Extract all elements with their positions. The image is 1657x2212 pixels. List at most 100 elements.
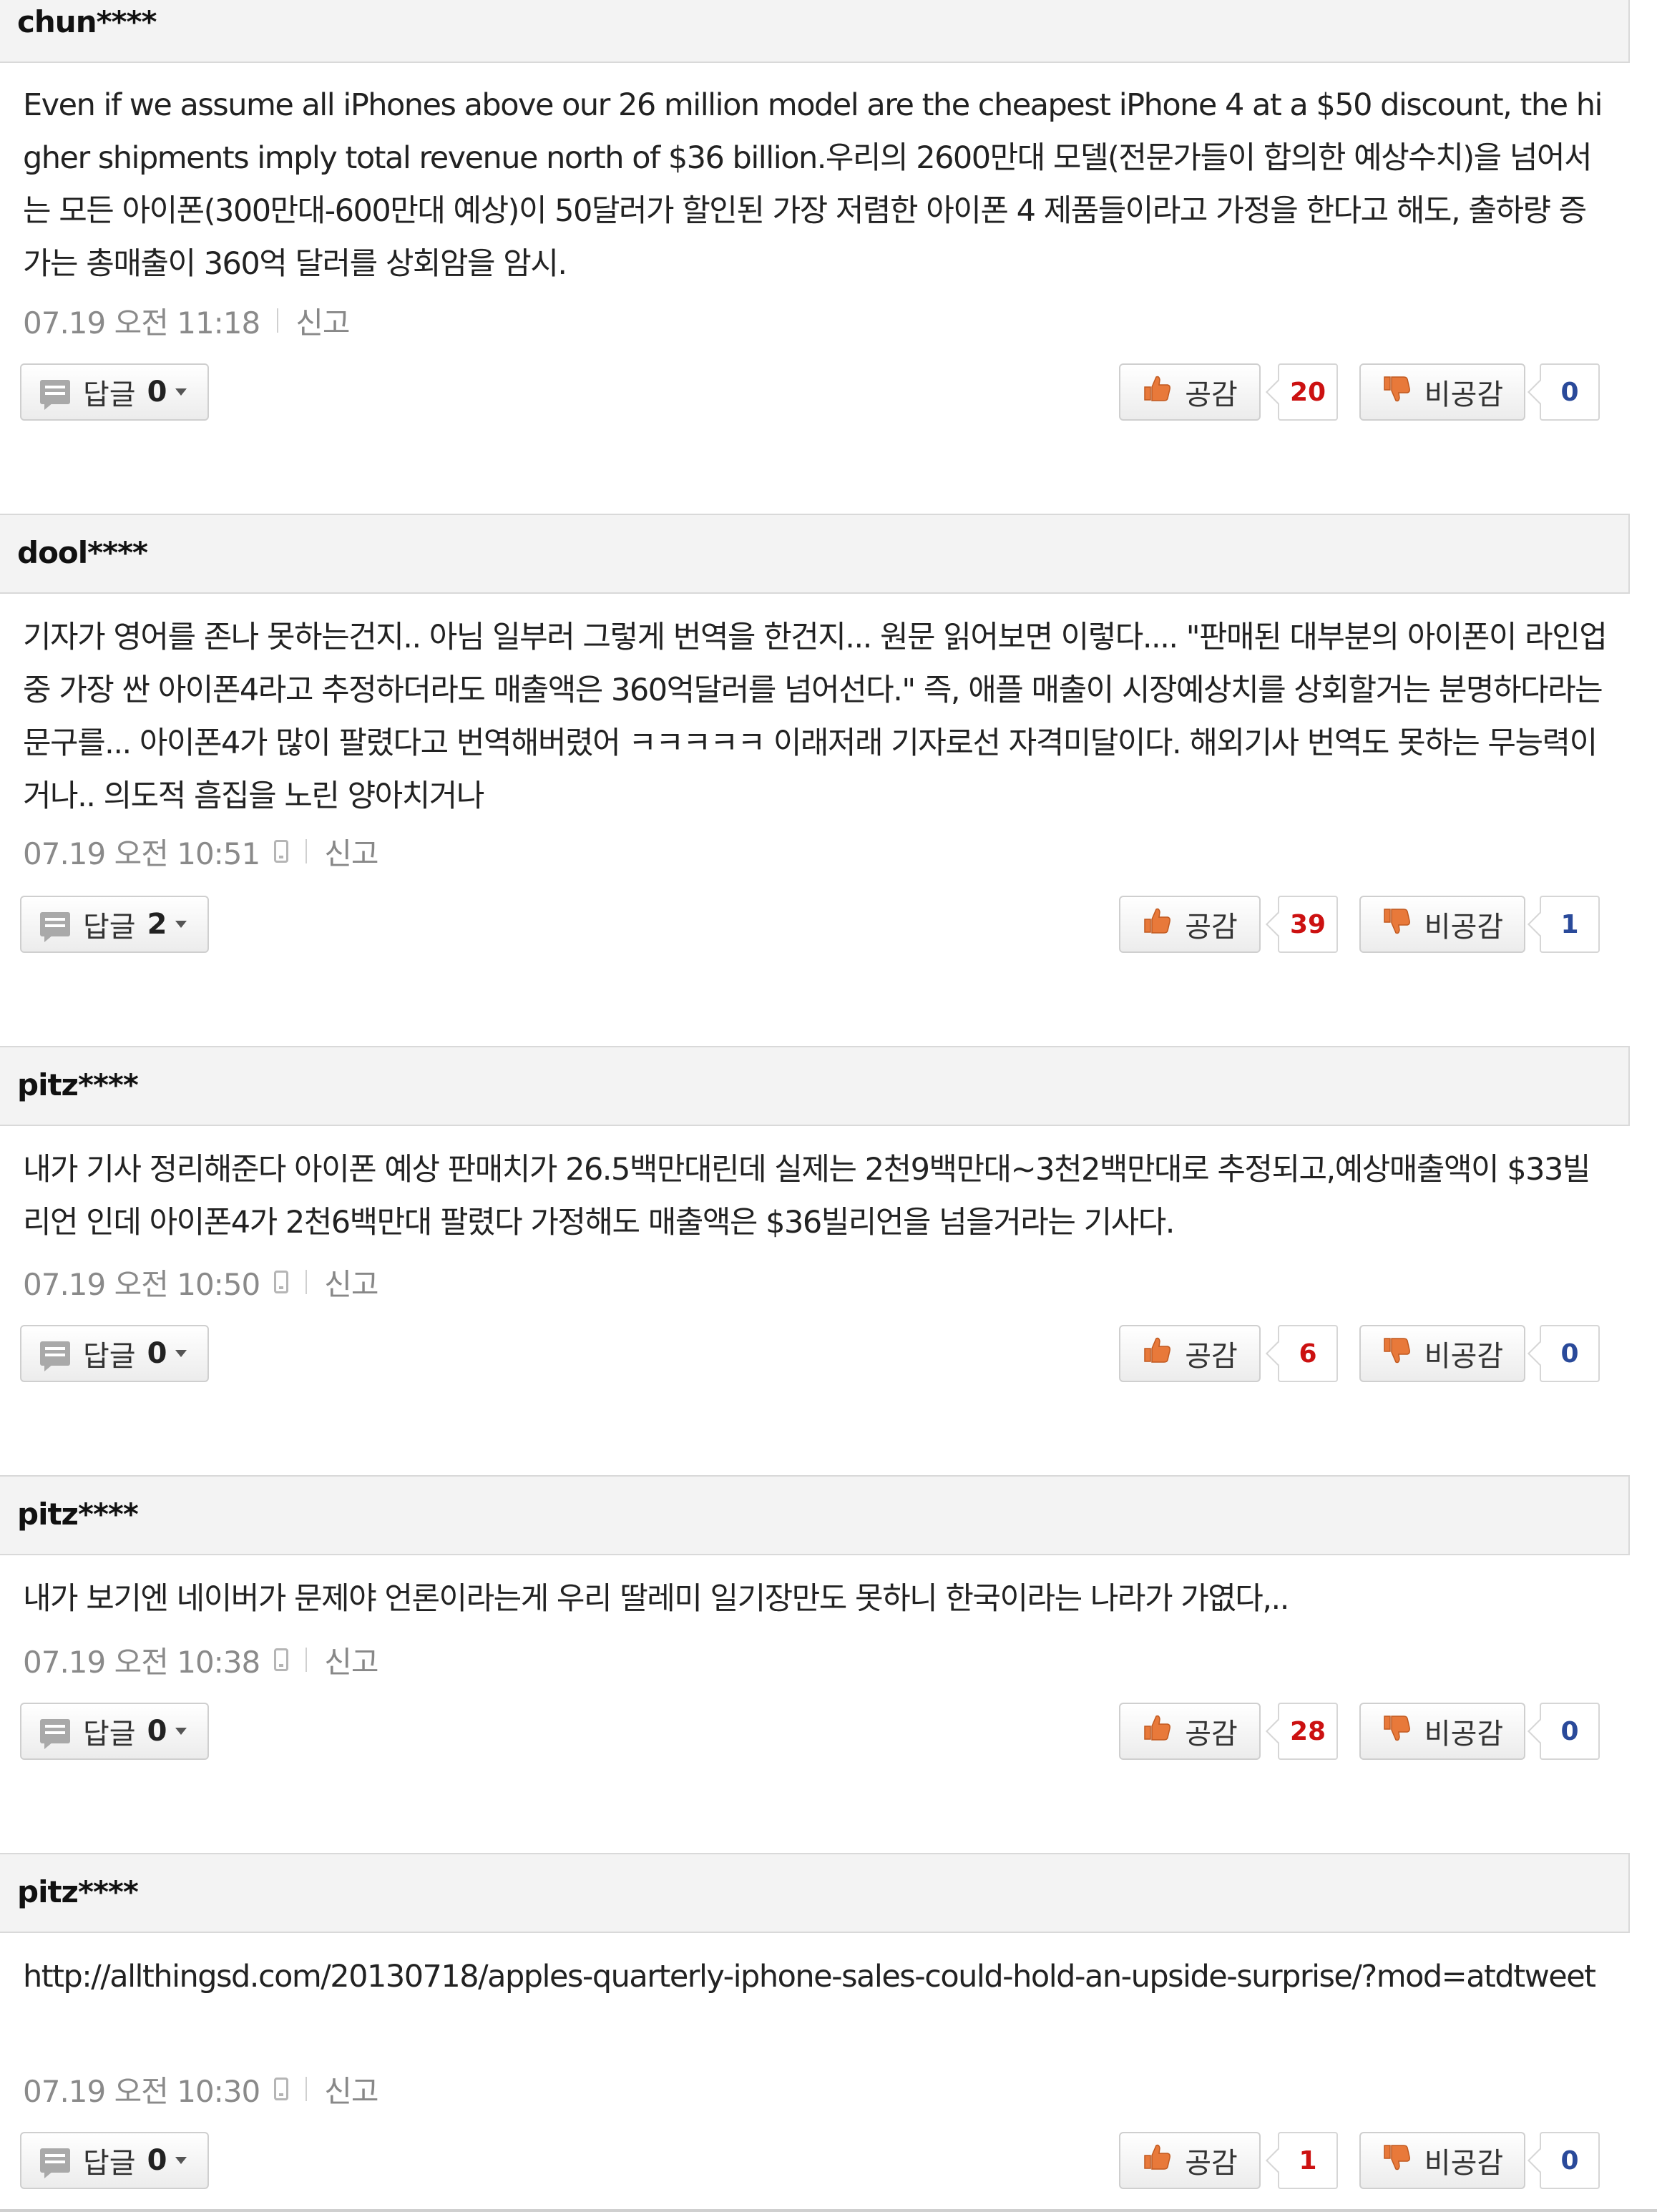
dislike-label: 비공감 xyxy=(1424,1718,1504,1751)
comment-meta: 07.19 오전 10:51 신고 xyxy=(23,833,379,871)
thumbs-up-icon xyxy=(1142,1336,1172,1371)
mobile-icon xyxy=(274,1648,289,1671)
dislike-label: 비공감 xyxy=(1424,911,1504,944)
reply-button[interactable]: 답글 0 xyxy=(20,363,209,421)
reply-count: 0 xyxy=(147,376,167,408)
dislike-count: 1 xyxy=(1540,896,1600,953)
mobile-icon xyxy=(274,840,289,863)
dislike-button[interactable]: 비공감 xyxy=(1359,1703,1525,1760)
like-count: 28 xyxy=(1278,1703,1338,1760)
like-count: 6 xyxy=(1278,1325,1338,1382)
mobile-icon xyxy=(274,2078,289,2100)
reply-label: 답글 xyxy=(83,1718,136,1751)
thumbs-up-icon xyxy=(1142,906,1172,942)
like-count-value: 39 xyxy=(1289,909,1326,939)
chevron-down-icon xyxy=(175,388,187,396)
like-count-value: 1 xyxy=(1299,2145,1317,2176)
mobile-icon xyxy=(274,1271,289,1293)
dislike-button[interactable]: 비공감 xyxy=(1359,1325,1525,1382)
chevron-down-icon xyxy=(175,1350,187,1357)
comment-text: http://allthingsd.com/20130718/apples-qu… xyxy=(23,1959,1596,1995)
report-link[interactable]: 신고 xyxy=(324,830,378,873)
report-link[interactable]: 신고 xyxy=(324,2067,378,2111)
dislike-label: 비공감 xyxy=(1424,2147,1504,2180)
report-link[interactable]: 신고 xyxy=(324,1638,378,1682)
comment-timestamp: 07.19 오전 10:51 xyxy=(23,836,260,871)
comment-text: Even if we assume all iPhones above our … xyxy=(23,87,1603,282)
comment-text: 내가 보기엔 네이버가 문제야 언론이라는게 우리 딸레미 일기장만도 못하니 … xyxy=(23,1581,1289,1617)
meta-divider xyxy=(306,1648,308,1672)
comment-meta: 07.19 오전 11:18 신고 xyxy=(23,303,351,341)
comment-bubble-icon xyxy=(40,2148,70,2178)
comment-author[interactable]: chun**** xyxy=(17,4,157,39)
chevron-down-icon xyxy=(175,2157,187,2164)
thumbs-down-icon xyxy=(1382,906,1412,942)
comment-author[interactable]: pitz**** xyxy=(17,1067,139,1102)
comment-header: pitz**** xyxy=(0,1475,1630,1555)
comment-list: chun**** Even if we assume all iPhones ab… xyxy=(0,0,1657,2212)
reply-button[interactable]: 답글 2 xyxy=(20,896,209,953)
comment-header: chun**** xyxy=(0,0,1630,63)
reply-count: 0 xyxy=(147,1715,167,1748)
like-button[interactable]: 공감 xyxy=(1119,2132,1261,2189)
chevron-down-icon xyxy=(175,1728,187,1735)
comment-author[interactable]: pitz**** xyxy=(17,1497,139,1532)
report-link[interactable]: 신고 xyxy=(295,299,350,343)
comment-bubble-icon xyxy=(40,1341,70,1371)
thumbs-down-icon xyxy=(1382,1713,1412,1749)
report-link[interactable]: 신고 xyxy=(324,1261,378,1304)
comment-header: pitz**** xyxy=(0,1853,1630,1933)
comment-meta: 07.19 오전 10:38 신고 xyxy=(23,1642,379,1680)
thumbs-down-icon xyxy=(1382,374,1412,410)
dislike-count-value: 1 xyxy=(1560,909,1579,939)
like-button[interactable]: 공감 xyxy=(1119,363,1261,421)
dislike-count: 0 xyxy=(1540,363,1600,421)
meta-divider xyxy=(306,1270,308,1294)
like-button[interactable]: 공감 xyxy=(1119,1325,1261,1382)
comment-header: dool**** xyxy=(0,514,1630,594)
dislike-label: 비공감 xyxy=(1424,1340,1504,1373)
like-label: 공감 xyxy=(1185,1340,1238,1373)
reply-button[interactable]: 답글 0 xyxy=(20,1325,209,1382)
comment-author[interactable]: pitz**** xyxy=(17,1874,139,1909)
like-label: 공감 xyxy=(1185,1718,1238,1751)
comment-header: pitz**** xyxy=(0,1046,1630,1126)
like-button[interactable]: 공감 xyxy=(1119,1703,1261,1760)
dislike-count: 0 xyxy=(1540,2132,1600,2189)
comment-bubble-icon xyxy=(40,1719,70,1749)
comment-bubble-icon xyxy=(40,380,70,410)
dislike-button[interactable]: 비공감 xyxy=(1359,2132,1525,2189)
reply-label: 답글 xyxy=(83,1340,136,1373)
like-count: 20 xyxy=(1278,363,1338,421)
reply-count: 2 xyxy=(147,908,167,941)
dislike-count-value: 0 xyxy=(1560,2145,1579,2176)
like-label: 공감 xyxy=(1185,911,1238,944)
dislike-button[interactable]: 비공감 xyxy=(1359,896,1525,953)
dislike-count: 0 xyxy=(1540,1703,1600,1760)
meta-divider xyxy=(277,308,279,333)
dislike-button[interactable]: 비공감 xyxy=(1359,363,1525,421)
dislike-label: 비공감 xyxy=(1424,378,1504,411)
dislike-count-value: 0 xyxy=(1560,1716,1579,1746)
reply-button[interactable]: 답글 0 xyxy=(20,1703,209,1760)
comment-author[interactable]: dool**** xyxy=(17,535,148,570)
chevron-down-icon xyxy=(175,921,187,928)
reply-button[interactable]: 답글 0 xyxy=(20,2132,209,2189)
reply-count: 0 xyxy=(147,2144,167,2177)
meta-divider xyxy=(306,839,308,863)
comment-timestamp: 07.19 오전 10:38 xyxy=(23,1644,260,1680)
dislike-count-value: 0 xyxy=(1560,1339,1579,1369)
thumbs-up-icon xyxy=(1142,374,1172,410)
like-button[interactable]: 공감 xyxy=(1119,896,1261,953)
comment-meta: 07.19 오전 10:50 신고 xyxy=(23,1264,379,1302)
comment-text: 기자가 영어를 존나 못하는건지.. 아님 일부러 그렇게 번역을 한건지...… xyxy=(23,620,1611,814)
comment-text: 내가 기사 정리해준다 아이폰 예상 판매치가 26.5백만대린데 실제는 2천… xyxy=(23,1152,1590,1240)
like-count-value: 28 xyxy=(1289,1716,1326,1746)
thumbs-down-icon xyxy=(1382,1336,1412,1371)
comment-meta: 07.19 오전 10:30 신고 xyxy=(23,2071,379,2109)
comment-timestamp: 07.19 오전 11:18 xyxy=(23,305,260,341)
thumbs-up-icon xyxy=(1142,2143,1172,2178)
thumbs-down-icon xyxy=(1382,2143,1412,2178)
dislike-count: 0 xyxy=(1540,1325,1600,1382)
bottom-divider xyxy=(0,2209,1657,2212)
